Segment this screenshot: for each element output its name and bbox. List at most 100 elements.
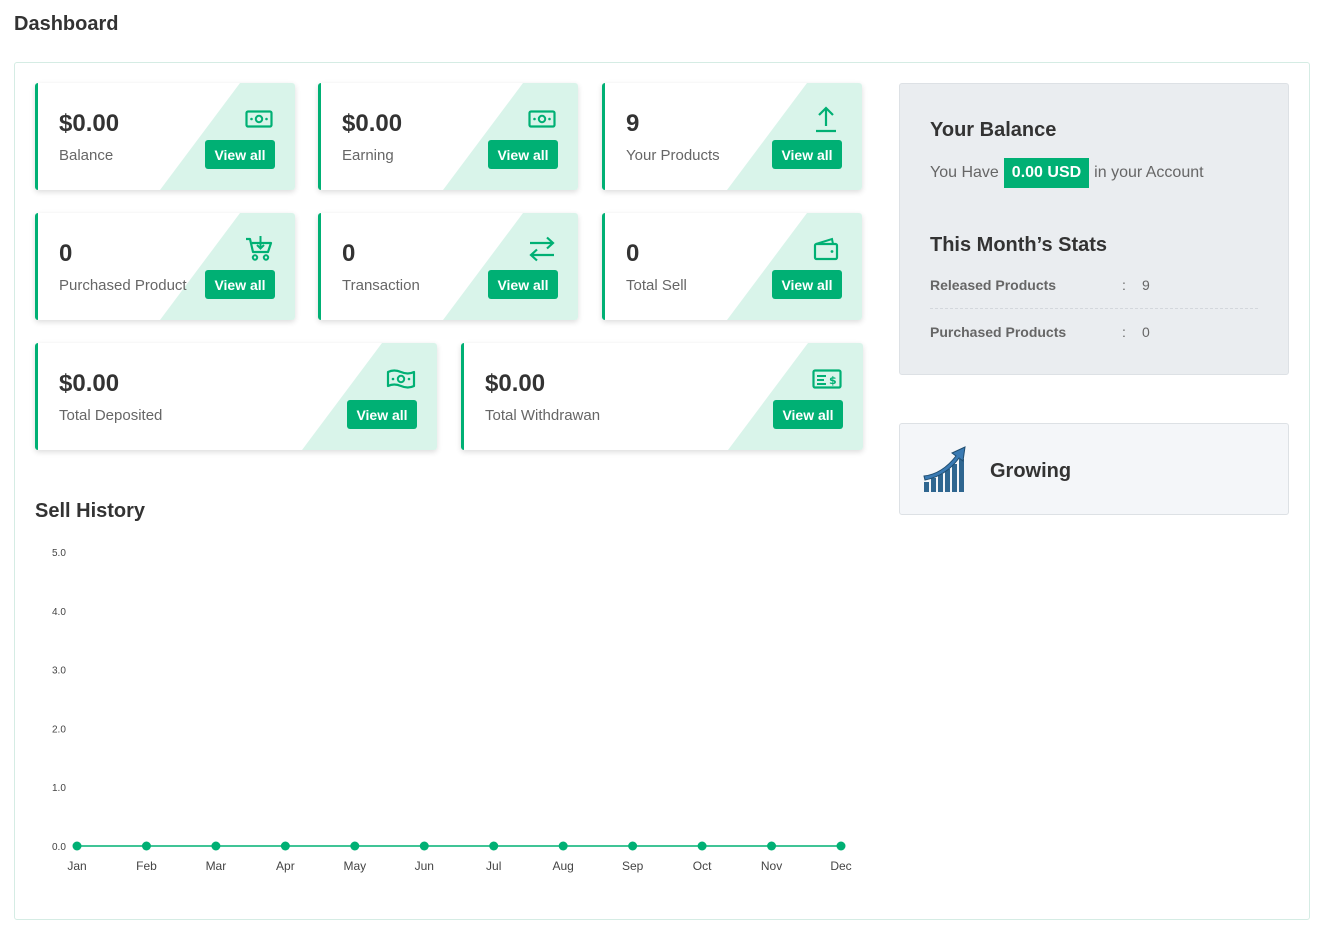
card-accent-shape — [728, 343, 863, 450]
exchange-icon — [527, 235, 557, 263]
stat-value: 9 — [1142, 277, 1150, 293]
growth-chart-icon — [922, 446, 968, 494]
money-bill-icon — [527, 105, 557, 133]
month-stats-title: This Month’s Stats — [930, 234, 1108, 256]
balance-prefix: You Have — [930, 164, 999, 181]
growing-panel: Growing — [899, 423, 1289, 515]
card-accent-shape — [443, 83, 578, 190]
money-bill-icon — [244, 105, 274, 133]
x-tick-label: Apr — [276, 859, 295, 873]
view-all-button[interactable]: View all — [205, 140, 275, 169]
purchased-product-card: 0 Purchased Product View all — [35, 213, 295, 320]
your-products-card: 9 Your Products View all — [602, 83, 862, 190]
balance-title: Your Balance — [930, 119, 1057, 141]
data-point[interactable] — [836, 841, 846, 851]
data-point[interactable] — [558, 841, 568, 851]
view-all-button[interactable]: View all — [205, 270, 275, 299]
cart-icon — [244, 235, 274, 263]
x-tick-label: Feb — [136, 859, 157, 873]
x-tick-label: Jul — [486, 859, 501, 873]
y-tick-label: 3.0 — [52, 666, 66, 677]
sell-history-chart-svg: 0.0 1.0 2.0 3.0 4.0 5.0 Jan Feb Mar Apr May Jun Jul A… — [52, 548, 852, 873]
view-all-button[interactable]: View all — [347, 400, 417, 429]
svg-text:$: $ — [829, 374, 837, 387]
upload-icon — [811, 105, 841, 133]
stat-separator: : — [1122, 277, 1126, 293]
money-wave-icon — [386, 365, 416, 393]
x-tick-label: Dec — [830, 859, 851, 873]
balance-suffix: in your Account — [1094, 164, 1204, 181]
card-label: Earning — [342, 147, 394, 164]
x-tick-label: Jun — [415, 859, 434, 873]
y-tick-label: 2.0 — [52, 724, 66, 735]
page-title: Dashboard — [14, 13, 119, 35]
stat-value: 0 — [1142, 324, 1150, 340]
card-value: $0.00 — [342, 110, 403, 137]
total-sell-card: 0 Total Sell View all — [602, 213, 862, 320]
x-tick-label: Aug — [553, 859, 574, 873]
total-deposited-card: $0.00 Total Deposited View all — [35, 343, 437, 450]
card-accent-shape — [727, 83, 862, 190]
balance-panel: Your Balance You Have 0.00 USD in your A… — [899, 83, 1289, 375]
view-all-button[interactable]: View all — [488, 140, 558, 169]
view-all-button[interactable]: View all — [772, 270, 842, 299]
data-point[interactable] — [489, 841, 499, 851]
x-tick-label: Nov — [761, 859, 782, 873]
sell-history-chart: 0.0 1.0 2.0 3.0 4.0 5.0 Jan Feb Mar Apr May Jun Jul A… — [35, 537, 865, 882]
data-point[interactable] — [767, 841, 777, 851]
card-accent-shape — [727, 213, 862, 320]
view-all-button[interactable]: View all — [488, 270, 558, 299]
wallet-icon — [811, 235, 841, 263]
stat-row-released: Released Products : 9 — [930, 277, 1258, 301]
x-tick-label: Oct — [693, 859, 712, 873]
stat-divider — [930, 308, 1258, 309]
view-all-button[interactable]: View all — [773, 400, 843, 429]
stat-row-purchased: Purchased Products : 0 — [930, 324, 1258, 348]
card-label: Purchased Product — [59, 277, 187, 294]
card-accent-shape — [302, 343, 437, 450]
card-value: 9 — [626, 110, 640, 137]
card-accent-shape — [160, 213, 295, 320]
card-label: Total Sell — [626, 277, 687, 294]
data-point[interactable] — [697, 841, 707, 851]
card-accent-shape — [443, 213, 578, 320]
balance-amount-badge: 0.00 USD — [1003, 158, 1090, 188]
stat-label: Released Products — [930, 277, 1057, 293]
growing-label: Growing — [990, 460, 1072, 482]
card-value: $0.00 — [59, 370, 120, 397]
x-tick-label: Mar — [206, 859, 227, 873]
y-tick-label: 4.0 — [52, 607, 66, 618]
view-all-button[interactable]: View all — [772, 140, 842, 169]
stat-label: Purchased Products — [930, 324, 1067, 340]
card-label: Your Products — [626, 147, 720, 164]
data-point[interactable] — [419, 841, 429, 851]
balance-card: $0.00 Balance View all — [35, 83, 295, 190]
data-point[interactable] — [72, 841, 82, 851]
earning-card: $0.00 Earning View all — [318, 83, 578, 190]
x-tick-label: Sep — [622, 859, 644, 873]
data-point[interactable] — [628, 841, 638, 851]
data-point[interactable] — [211, 841, 221, 851]
card-label: Total Withdrawan — [485, 407, 601, 424]
card-label: Total Deposited — [59, 407, 163, 424]
total-withdrawan-card: $0.00 Total Withdrawan $ View all — [461, 343, 863, 450]
y-tick-label: 0.0 — [52, 842, 66, 853]
stat-separator: : — [1122, 324, 1126, 340]
sell-history-title: Sell History — [35, 500, 146, 522]
balance-summary: You Have 0.00 USD in your Account — [930, 158, 1204, 188]
y-tick-label: 5.0 — [52, 548, 66, 559]
card-label: Transaction — [342, 277, 420, 294]
x-tick-label: May — [343, 859, 366, 873]
data-point[interactable] — [141, 841, 151, 851]
y-tick-label: 1.0 — [52, 783, 66, 794]
card-value: $0.00 — [59, 110, 120, 137]
x-tick-label: Jan — [67, 859, 86, 873]
card-value: $0.00 — [485, 370, 546, 397]
card-accent-shape — [160, 83, 295, 190]
card-value: 0 — [59, 240, 73, 267]
money-check-icon: $ — [812, 365, 842, 393]
card-value: 0 — [626, 240, 640, 267]
transaction-card: 0 Transaction View all — [318, 213, 578, 320]
data-point[interactable] — [350, 841, 360, 851]
data-point[interactable] — [280, 841, 290, 851]
